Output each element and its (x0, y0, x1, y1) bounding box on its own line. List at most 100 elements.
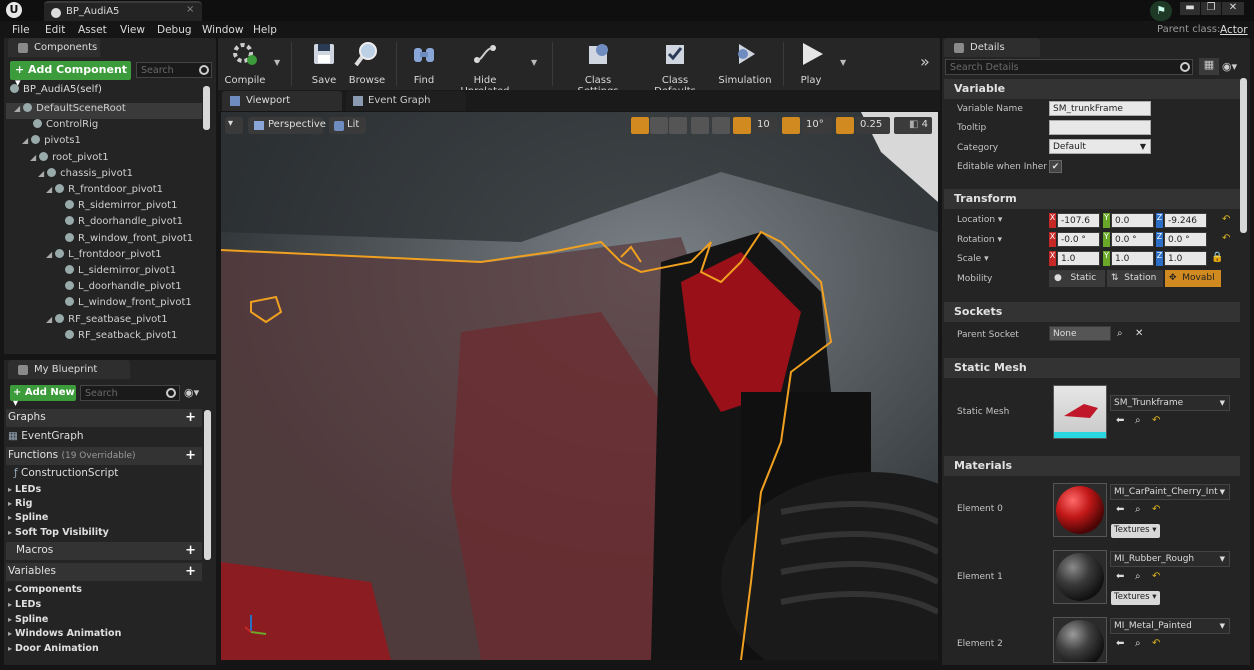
reset-material-icon[interactable]: ↶ (1152, 638, 1160, 649)
rotation-y-field[interactable]: 0.0 ° (1111, 232, 1154, 247)
component-tree-item[interactable]: R_sidemirror_pivot1 (6, 200, 202, 216)
component-tree-item[interactable]: RF_seatback_pivot1 (6, 329, 202, 346)
menu-asset[interactable]: Asset (78, 24, 107, 36)
expand-arrow-icon[interactable]: ◢ (46, 185, 52, 194)
add-function-icon[interactable]: + (185, 448, 196, 463)
editable-inherited-checkbox[interactable]: ✔ (1049, 160, 1062, 173)
grid-snap-icon[interactable] (733, 117, 751, 134)
rotation-z-field[interactable]: 0.0 ° (1164, 232, 1207, 247)
static-mesh-section[interactable]: Static Mesh (944, 358, 1240, 378)
save-button[interactable]: Save (304, 40, 344, 86)
variable-item-leds[interactable]: ▸ LEDs (8, 599, 41, 610)
browse-asset-icon[interactable]: ⌕ (1135, 638, 1141, 649)
add-graph-icon[interactable]: + (185, 410, 196, 425)
variable-name-field[interactable]: SM_trunkFrame (1049, 101, 1151, 116)
rotate-mode-icon[interactable] (650, 117, 668, 134)
visibility-eye-icon[interactable]: ◉▾ (1222, 60, 1237, 73)
rotation-snap-icon[interactable] (782, 117, 800, 134)
browse-asset-icon[interactable]: ⌕ (1135, 415, 1141, 426)
simulation-button[interactable]: Simulation (718, 40, 772, 86)
expand-arrow-icon[interactable]: ◢ (46, 315, 52, 324)
tooltip-field[interactable] (1049, 120, 1151, 135)
tab-event-graph[interactable]: Event Graph (346, 91, 466, 111)
my-blueprint-tab[interactable]: My Blueprint (8, 360, 130, 379)
scale-snap-value[interactable]: 0.25 (856, 117, 890, 134)
location-x-field[interactable]: -107.6 (1057, 213, 1100, 228)
transform-section[interactable]: Transform (944, 189, 1240, 209)
lit-mode-button[interactable]: Lit (329, 117, 366, 134)
hide-unrelated-chevron-icon[interactable]: ▼ (531, 58, 537, 67)
compile-button[interactable]: Compile (223, 40, 267, 86)
details-scrollbar[interactable] (1240, 78, 1247, 233)
clear-icon[interactable]: ✕ (1135, 328, 1143, 339)
location-label[interactable]: Location ▾ (957, 215, 1002, 225)
scale-snap-icon[interactable] (836, 117, 854, 134)
construction-script-item[interactable]: ƒ ConstructionScript (14, 467, 118, 479)
textures-button-1[interactable]: Textures ▾ (1111, 591, 1160, 605)
source-control-icon[interactable]: ⚑ (1150, 1, 1172, 21)
function-item-spline[interactable]: ▸ Spline (8, 512, 48, 523)
use-selected-arrow-icon[interactable]: ⬅ (1116, 571, 1124, 582)
components-scrollbar[interactable] (203, 86, 210, 130)
surface-snap-icon[interactable] (712, 117, 730, 134)
lock-icon[interactable]: 🔒 (1211, 252, 1223, 263)
variable-item-components[interactable]: ▸ Components (8, 584, 82, 595)
scale-x-field[interactable]: 1.0 (1057, 251, 1100, 266)
expand-arrow-icon[interactable]: ◢ (14, 104, 20, 113)
hide-unrelated-button[interactable]: Hide Unrelated (450, 40, 520, 97)
details-search-input[interactable]: Search Details (945, 59, 1193, 75)
scale-mode-icon[interactable] (669, 117, 687, 134)
menu-view[interactable]: View (120, 24, 145, 36)
rotation-label[interactable]: Rotation ▾ (957, 235, 1002, 245)
menu-window[interactable]: Window (202, 24, 243, 36)
close-window-button[interactable]: ✕ (1222, 2, 1244, 15)
variable-item-spline[interactable]: ▸ Spline (8, 614, 48, 625)
rotation-snap-value[interactable]: 10° (802, 117, 832, 134)
rotation-x-field[interactable]: -0.0 ° (1057, 232, 1100, 247)
use-selected-arrow-icon[interactable]: ⬅ (1116, 504, 1124, 515)
function-item-leds[interactable]: ▸ LEDs (8, 484, 41, 495)
component-tree-item[interactable]: ◢ root_pivot1 (6, 151, 202, 168)
blueprint-search-input[interactable]: Search (80, 385, 180, 401)
component-tree-item[interactable]: R_window_front_pivot1 (6, 232, 202, 249)
browse-asset-icon[interactable]: ⌕ (1135, 504, 1141, 515)
details-tab[interactable]: Details (944, 38, 1040, 57)
minimize-button[interactable]: ▬ (1180, 2, 1200, 15)
camera-speed-button[interactable]: ◧ 4 (894, 117, 932, 134)
reset-location-icon[interactable]: ↶ (1222, 214, 1230, 225)
material-thumbnail-2[interactable] (1053, 617, 1107, 663)
category-dropdown[interactable]: Default ▼ (1049, 139, 1151, 154)
world-local-icon[interactable] (691, 117, 709, 134)
class-settings-button[interactable]: Class Settings (564, 40, 632, 97)
mobility-movable-button[interactable]: ✥ Movabl (1165, 270, 1221, 287)
variable-item-door-animation[interactable]: ▸ Door Animation (8, 643, 99, 654)
3d-viewport[interactable] (221, 112, 938, 660)
functions-section[interactable]: Functions (19 Overridable) + (6, 447, 202, 465)
search-icon[interactable]: ⌕ (1117, 328, 1123, 339)
static-mesh-thumbnail[interactable] (1053, 385, 1107, 439)
graphs-section[interactable]: Graphs + (6, 409, 202, 427)
menu-help[interactable]: Help (253, 24, 277, 36)
static-mesh-dropdown[interactable]: SM_Trunkframe ▼ (1110, 395, 1230, 411)
play-options-chevron-icon[interactable]: ▼ (840, 58, 846, 67)
close-tab-icon[interactable]: × (186, 4, 194, 15)
components-tab[interactable]: Components (8, 38, 100, 57)
use-selected-arrow-icon[interactable]: ⬅ (1116, 638, 1124, 649)
location-z-field[interactable]: -9.246 (1164, 213, 1207, 228)
event-graph-item[interactable]: ▦ EventGraph (8, 430, 84, 442)
visibility-eye-icon[interactable]: ◉▾ (184, 386, 199, 399)
compile-options-chevron-icon[interactable]: ▼ (274, 58, 280, 67)
play-button[interactable]: Play (792, 40, 830, 86)
document-tab[interactable]: BP_AudiA5 (44, 1, 202, 21)
scale-label[interactable]: Scale ▾ (957, 254, 989, 264)
toolbar-overflow-icon[interactable]: » (920, 52, 930, 71)
reset-material-icon[interactable]: ↶ (1152, 571, 1160, 582)
component-tree-item[interactable]: ◢ DefaultSceneRoot (6, 103, 202, 119)
find-button[interactable]: Find (406, 40, 442, 86)
add-macro-icon[interactable]: + (185, 543, 196, 558)
expand-arrow-icon[interactable]: ◢ (30, 153, 36, 162)
macros-section[interactable]: Macros + (6, 542, 202, 560)
reset-mesh-icon[interactable]: ↶ (1152, 415, 1160, 426)
mobility-static-button[interactable]: ● Static (1049, 270, 1105, 287)
expand-arrow-icon[interactable]: ◢ (46, 250, 52, 259)
